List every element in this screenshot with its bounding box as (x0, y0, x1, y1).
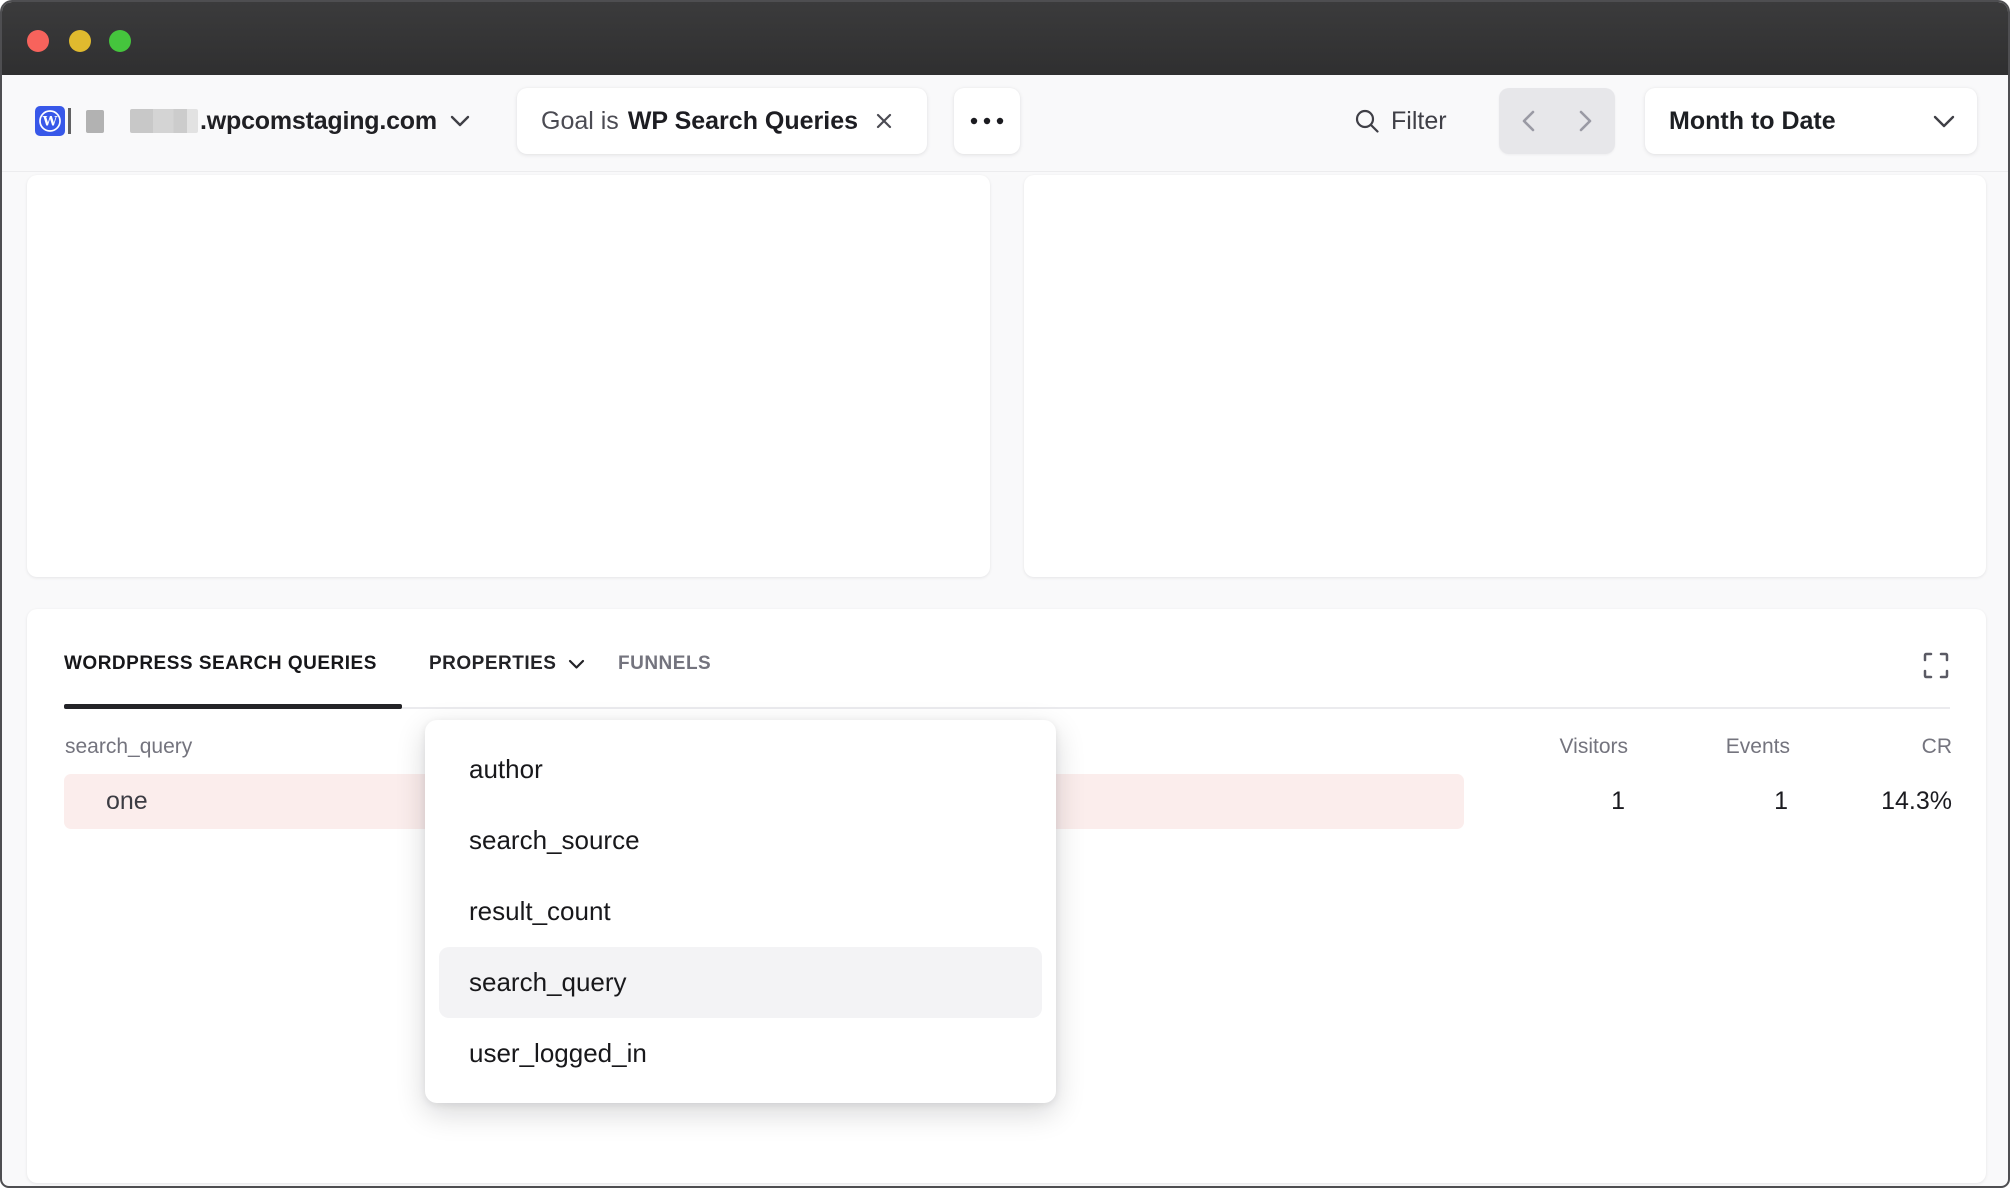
window-titlebar (2, 2, 2008, 75)
redacted-site-name (130, 109, 198, 133)
chevron-down-icon (568, 659, 585, 670)
filter-button-label: Filter (1391, 107, 1447, 136)
dropdown-item-result-count[interactable]: result_count (439, 876, 1042, 947)
expand-report-button[interactable] (1920, 649, 1952, 681)
search-icon (1354, 108, 1380, 134)
date-range-label: Month to Date (1669, 107, 1836, 136)
site-selector[interactable]: W .wpcomstaging.com (35, 88, 470, 154)
right-chart-card (1024, 175, 1986, 577)
column-header-visitors: Visitors (1560, 735, 1628, 759)
row-events-value: 1 (1774, 774, 1788, 829)
redacted-site-icon (86, 110, 104, 133)
row-cr-value: 14.3% (1881, 774, 1952, 829)
tab-label: FUNNELS (618, 653, 711, 675)
filter-chip-prefix: Goal is (541, 107, 619, 136)
dropdown-item-user-logged-in[interactable]: user_logged_in (439, 1018, 1042, 1089)
dropdown-item-author[interactable]: author (439, 734, 1042, 805)
left-chart-card (27, 175, 990, 577)
next-period-button[interactable] (1557, 88, 1615, 154)
tab-label: PROPERTIES (429, 653, 556, 675)
active-tab-underline (64, 704, 402, 709)
chevron-down-icon (450, 115, 470, 127)
previous-period-button[interactable] (1499, 88, 1557, 154)
column-header-key: search_query (65, 735, 192, 759)
row-label: one (106, 787, 148, 816)
site-domain: .wpcomstaging.com (200, 107, 437, 136)
filter-chip-value: WP Search Queries (628, 107, 858, 136)
remove-filter-icon[interactable] (874, 111, 894, 131)
more-options-button[interactable] (954, 88, 1020, 154)
top-toolbar: W .wpcomstaging.com Goal is WP Search Qu… (2, 75, 2008, 172)
tab-properties[interactable]: PROPERTIES (429, 653, 585, 675)
zoom-window-button[interactable] (109, 30, 131, 52)
date-range-select[interactable]: Month to Date (1645, 88, 1977, 154)
fullscreen-icon (1923, 652, 1949, 679)
ellipsis-icon (965, 116, 1009, 126)
filter-button[interactable]: Filter (1354, 88, 1447, 154)
date-period-nav (1499, 88, 1615, 154)
tab-funnels[interactable]: FUNNELS (618, 653, 711, 675)
close-window-button[interactable] (27, 30, 49, 52)
wordpress-logo-icon: W (35, 106, 65, 136)
column-header-cr: CR (1922, 735, 1952, 759)
properties-dropdown-menu: author search_source result_count search… (425, 720, 1056, 1103)
row-visitors-value: 1 (1611, 774, 1625, 829)
dropdown-item-search-query[interactable]: search_query (439, 947, 1042, 1018)
chevron-down-icon (1933, 115, 1955, 128)
redacted-site-name-fragment (68, 108, 71, 134)
svg-text:W: W (42, 115, 58, 130)
minimize-window-button[interactable] (69, 30, 91, 52)
app-window: W .wpcomstaging.com Goal is WP Search Qu… (0, 0, 2010, 1188)
breakdown-card: WORDPRESS SEARCH QUERIES PROPERTIES FUNN… (27, 609, 1986, 1183)
tab-wordpress-search-queries[interactable]: WORDPRESS SEARCH QUERIES (64, 653, 377, 675)
column-header-events: Events (1726, 735, 1790, 759)
dropdown-item-search-source[interactable]: search_source (439, 805, 1042, 876)
tab-label: WORDPRESS SEARCH QUERIES (64, 653, 377, 675)
goal-filter-chip[interactable]: Goal is WP Search Queries (517, 88, 927, 154)
